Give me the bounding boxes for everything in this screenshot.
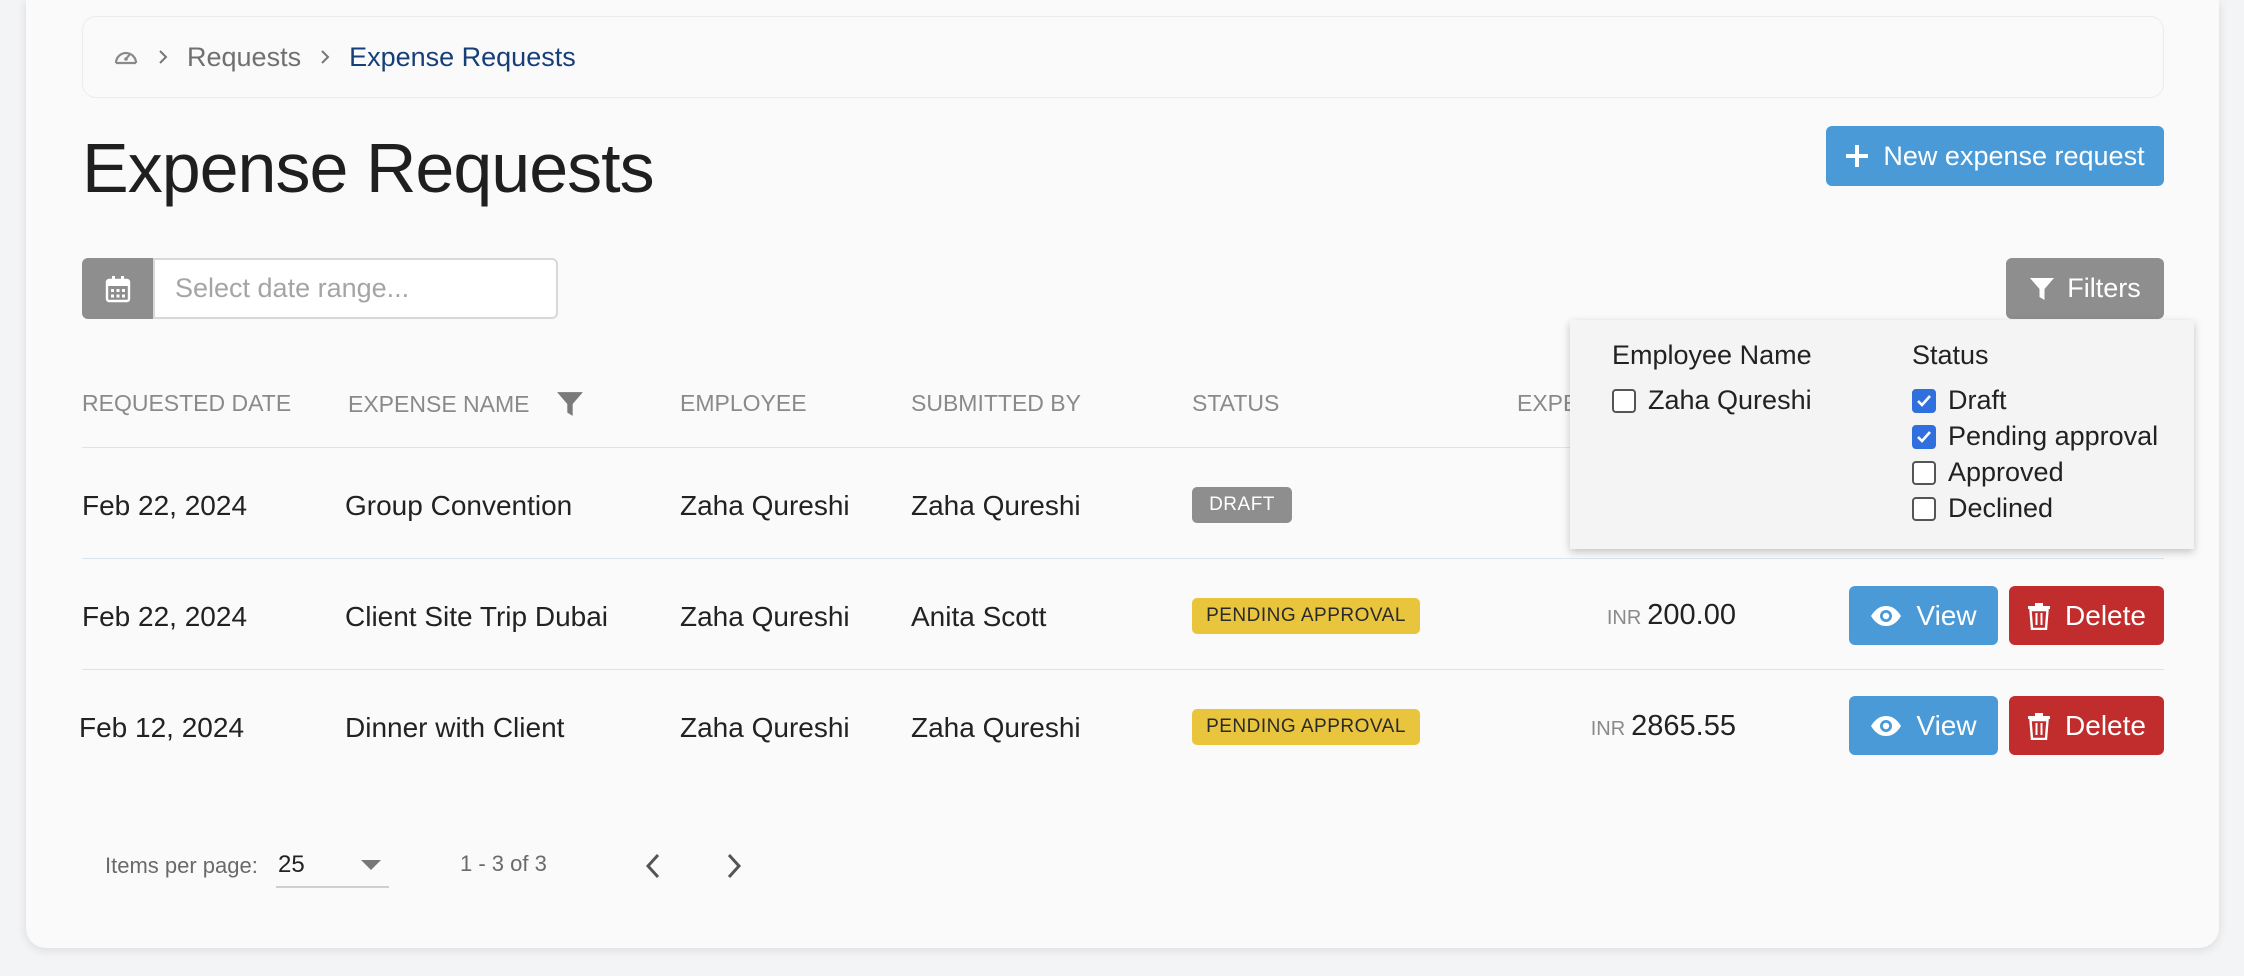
chevron-right-icon [319,48,331,66]
chevron-right-icon [727,853,742,879]
plus-icon [1846,145,1869,167]
cell-expense-amount: INR 200.00 [1607,599,1736,632]
status-option-label: Declined [1948,493,2054,523]
previous-page-button[interactable] [633,846,673,886]
employee-option-label: Zaha Qureshi [1648,385,1812,415]
filter-icon [2030,277,2055,300]
amount-value: 200.00 [1647,599,1736,631]
chevron-left-icon [645,853,660,879]
status-option-draft[interactable]: Draft [1912,385,2007,416]
eye-icon [1871,605,1902,626]
filter-panel: Employee Name Zaha Qureshi Status Draft … [1570,320,2194,549]
status-badge: PENDING APPROVAL [1192,598,1420,634]
checkbox[interactable] [1912,424,1936,449]
dropdown-caret-icon [361,860,381,870]
items-per-page-select[interactable]: 25 [276,844,389,888]
employee-filter-heading: Employee Name [1612,340,1812,370]
checkbox[interactable] [1912,496,1936,521]
status-badge: PENDING APPROVAL [1192,709,1420,745]
cell-requested-date: Feb 22, 2024 [82,601,248,632]
cell-submitted-by: Anita Scott [911,601,1047,632]
checkbox[interactable] [1612,388,1636,413]
cell-submitted-by: Zaha Qureshi [911,712,1081,743]
calendar-button[interactable] [82,258,154,319]
page-title: Expense Requests [82,129,655,207]
new-expense-request-button[interactable]: New expense request [1826,126,2164,186]
view-label: View [1916,709,1977,741]
cell-employee: Zaha Qureshi [680,601,850,632]
status-option-approved[interactable]: Approved [1912,457,2064,488]
breadcrumb-item-current: Expense Requests [349,41,576,72]
pagination-range: 1 - 3 of 3 [460,851,547,876]
row-divider [82,558,2164,559]
currency-code: INR [1590,718,1626,740]
cell-expense-amount: INR 2865.55 [1591,710,1736,743]
filters-label: Filters [2067,273,2141,303]
view-button[interactable]: View [1849,696,1998,755]
dashboard-gauge-icon[interactable] [113,46,139,68]
new-expense-request-label: New expense request [1883,140,2145,171]
col-header-expense-name[interactable]: EXPENSE NAME [348,390,584,418]
checkbox[interactable] [1912,388,1936,413]
status-option-declined[interactable]: Declined [1912,493,2053,524]
delete-button[interactable]: Delete [2009,586,2164,645]
row-divider [82,669,2164,670]
col-header-status[interactable]: STATUS [1192,390,1279,417]
eye-icon [1871,715,1902,736]
chevron-right-icon [157,48,169,66]
view-label: View [1916,599,1977,631]
status-option-label: Draft [1948,385,2007,415]
trash-icon [2028,602,2051,630]
view-button[interactable]: View [1849,586,1998,645]
cell-expense-name[interactable]: Client Site Trip Dubai [345,601,608,633]
filters-button[interactable]: Filters [2006,258,2164,319]
breadcrumb-item-requests[interactable]: Requests [187,42,301,73]
checkmark-icon [1917,394,1931,407]
cell-requested-date: Feb 22, 2024 [82,490,248,521]
status-option-label: Pending approval [1948,421,2159,451]
calendar-icon [105,275,131,302]
col-header-employee[interactable]: EMPLOYEE [680,390,807,417]
items-per-page-value: 25 [278,851,305,878]
amount-value: 2865.55 [1631,710,1736,742]
checkbox[interactable] [1912,460,1936,485]
cell-expense-name[interactable]: Group Convention [345,490,572,522]
status-option-label: Approved [1948,457,2064,487]
items-per-page-label: Items per page: [105,853,258,878]
currency-code: INR [1606,607,1642,629]
delete-label: Delete [2065,599,2146,631]
status-option-pending-approval[interactable]: Pending approval [1912,421,2158,452]
status-badge: DRAFT [1192,487,1292,523]
col-header-expense-name-label: EXPENSE NAME [348,390,530,417]
cell-employee: Zaha Qureshi [680,490,850,521]
delete-button[interactable]: Delete [2009,696,2164,755]
cell-submitted-by: Zaha Qureshi [911,490,1081,521]
column-filter-icon[interactable] [556,390,584,418]
next-page-button[interactable] [714,846,754,886]
date-range-input[interactable] [153,258,558,319]
employee-option-zaha-qureshi[interactable]: Zaha Qureshi [1612,385,1812,416]
cell-employee: Zaha Qureshi [680,712,850,743]
checkmark-icon [1917,430,1931,443]
trash-icon [2028,712,2051,740]
cell-requested-date: Feb 12, 2024 [79,712,245,743]
breadcrumb: Requests Expense Requests [82,16,2164,98]
delete-label: Delete [2065,709,2146,741]
col-header-submitted-by[interactable]: SUBMITTED BY [911,390,1081,417]
cell-expense-name[interactable]: Dinner with Client [345,712,564,744]
col-header-requested-date[interactable]: REQUESTED DATE [82,390,291,417]
status-filter-heading: Status [1912,340,1989,370]
